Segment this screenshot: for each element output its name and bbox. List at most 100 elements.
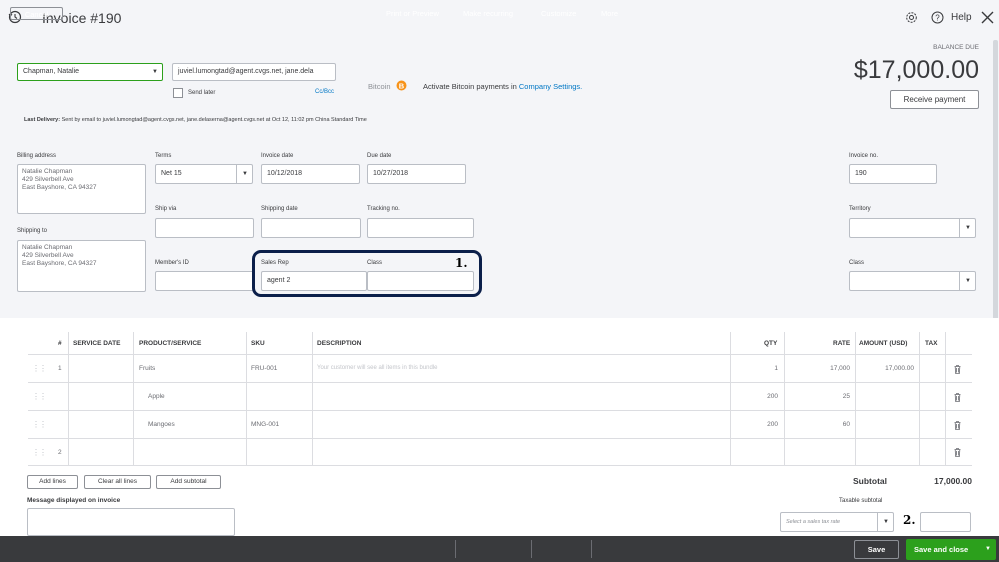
receive-payment-button[interactable]: Receive payment xyxy=(890,90,979,109)
row-divider xyxy=(28,382,972,383)
members-id-field[interactable] xyxy=(155,271,254,291)
ship-via-label: Ship via xyxy=(155,206,177,212)
row-product[interactable]: Mangoes xyxy=(148,421,175,428)
last-delivery: Last Delivery: Sent by email to juviel.l… xyxy=(24,117,367,123)
billing-address-field[interactable]: Natalie Chapman 429 Silverbell Ave East … xyxy=(17,164,146,214)
help-icon[interactable]: ? xyxy=(931,11,944,24)
chevron-down-icon: ▼ xyxy=(965,225,971,231)
cancel-button[interactable]: Cancel xyxy=(10,7,63,20)
make-recurring-button[interactable]: Make recurring xyxy=(463,7,513,20)
add-subtotal-button[interactable]: Add subtotal xyxy=(156,475,221,489)
invoice-no-field[interactable]: 190 xyxy=(849,164,937,184)
clear-all-lines-button[interactable]: Clear all lines xyxy=(84,475,151,489)
callout-highlight-box xyxy=(252,250,482,297)
company-settings-link[interactable]: Company Settings. xyxy=(519,82,582,91)
class-right-select[interactable]: ▼ xyxy=(849,271,976,291)
col-header-qty: QTY xyxy=(764,340,778,347)
row-qty[interactable]: 1 xyxy=(774,365,778,372)
trash-icon[interactable] xyxy=(954,448,961,457)
due-date-field[interactable]: 10/27/2018 xyxy=(367,164,466,184)
row-qty[interactable]: 200 xyxy=(767,393,778,400)
billing-address-line: Natalie Chapman xyxy=(22,168,73,175)
row-sku[interactable]: FRU-001 xyxy=(251,365,277,372)
send-later-checkbox[interactable] xyxy=(173,88,183,98)
balance-due-amount: $17,000.00 xyxy=(853,56,979,84)
shipping-to-line: 429 Silverbell Ave xyxy=(22,252,74,259)
drag-handle-icon[interactable]: ⋮⋮ xyxy=(32,392,47,401)
col-divider xyxy=(855,332,856,465)
invoice-no-label: Invoice no. xyxy=(849,153,879,159)
customize-button[interactable]: Customize xyxy=(541,7,576,20)
print-preview-button[interactable]: Print or Preview xyxy=(386,7,439,20)
tax-amount-field[interactable] xyxy=(920,512,971,532)
customer-select[interactable]: Chapman, Natalie ▼ xyxy=(17,63,163,81)
billing-address-label: Billing address xyxy=(17,153,57,159)
sales-tax-select[interactable]: Select a sales tax rate ▼ xyxy=(780,512,894,532)
class-right-label: Class xyxy=(849,260,865,266)
row-sku[interactable]: MNG-001 xyxy=(251,421,279,428)
row-divider xyxy=(28,410,972,411)
col-divider xyxy=(945,332,946,465)
shipping-to-field[interactable]: Natalie Chapman 429 Silverbell Ave East … xyxy=(17,240,146,292)
tracking-no-label: Tracking no. xyxy=(367,206,400,212)
invoice-date-label: Invoice date xyxy=(261,153,294,159)
row-qty[interactable]: 200 xyxy=(767,421,778,428)
row-divider xyxy=(28,465,972,466)
shipping-date-label: Shipping date xyxy=(261,206,298,212)
row-product[interactable]: Apple xyxy=(148,393,165,400)
row-product[interactable]: Fruits xyxy=(139,365,155,372)
invoice-date-field[interactable]: 10/12/2018 xyxy=(261,164,360,184)
row-divider xyxy=(28,354,972,355)
trash-icon[interactable] xyxy=(954,365,961,374)
row-description[interactable]: Your customer will see all items in this… xyxy=(317,365,438,371)
billing-address-line: 429 Silverbell Ave xyxy=(22,176,74,183)
customer-value: Chapman, Natalie xyxy=(23,68,80,75)
more-button[interactable]: More xyxy=(601,7,618,20)
row-num: 2 xyxy=(58,449,62,456)
shipping-date-field[interactable] xyxy=(261,218,361,238)
col-header-sku: SKU xyxy=(251,340,265,347)
territory-select[interactable]: ▼ xyxy=(849,218,976,238)
bitcoin-label: Bitcoin xyxy=(368,82,391,91)
due-date-label: Due date xyxy=(367,153,392,159)
trash-icon[interactable] xyxy=(954,393,961,402)
drag-handle-icon[interactable]: ⋮⋮ xyxy=(32,364,47,373)
save-and-close-label: Save and close xyxy=(914,545,969,554)
terms-select[interactable]: Net 15 ▼ xyxy=(155,164,253,184)
save-and-close-button[interactable]: Save and close ▼ xyxy=(906,539,996,560)
cc-bcc-link[interactable]: Cc/Bcc xyxy=(315,89,334,95)
help-link[interactable]: Help xyxy=(951,12,972,23)
subtotal-label: Subtotal xyxy=(853,476,887,486)
col-divider xyxy=(730,332,731,465)
scrollbar[interactable] xyxy=(993,40,998,320)
row-rate[interactable]: 60 xyxy=(843,421,850,428)
save-button[interactable]: Save xyxy=(854,540,899,559)
taxable-subtotal-label: Taxable subtotal xyxy=(839,498,883,504)
row-rate[interactable]: 17,000 xyxy=(830,365,850,372)
footer-divider xyxy=(455,540,456,558)
row-rate[interactable]: 25 xyxy=(843,393,850,400)
row-amount[interactable]: 17,000.00 xyxy=(885,365,914,372)
callout-one: 1. xyxy=(455,256,468,270)
chevron-down-icon: ▼ xyxy=(965,278,971,284)
trash-icon[interactable] xyxy=(954,421,961,430)
col-header-amount: AMOUNT (USD) xyxy=(859,340,908,347)
last-delivery-text: Sent by email to juviel.lumongtad@agent.… xyxy=(61,117,367,123)
chevron-down-icon: ▼ xyxy=(242,171,248,177)
balance-due-label: BALANCE DUE xyxy=(933,44,979,51)
chevron-down-icon[interactable]: ▼ xyxy=(985,539,991,560)
chevron-down-icon: ▼ xyxy=(152,69,158,75)
bitcoin-icon: B xyxy=(396,80,407,91)
drag-handle-icon[interactable]: ⋮⋮ xyxy=(32,420,47,429)
add-lines-button[interactable]: Add lines xyxy=(27,475,78,489)
message-field[interactable] xyxy=(27,508,235,536)
drag-handle-icon[interactable]: ⋮⋮ xyxy=(32,448,47,457)
ship-via-field[interactable] xyxy=(155,218,254,238)
activate-bitcoin-text: Activate Bitcoin payments in Company Set… xyxy=(423,82,582,91)
email-field[interactable]: juviel.lumongtad@agent.cvgs.net, jane.de… xyxy=(172,63,336,81)
tracking-no-field[interactable] xyxy=(367,218,474,238)
row-num: 1 xyxy=(58,365,62,372)
close-icon[interactable] xyxy=(980,10,995,25)
gear-icon[interactable] xyxy=(905,11,918,24)
members-id-label: Member's ID xyxy=(155,260,189,266)
